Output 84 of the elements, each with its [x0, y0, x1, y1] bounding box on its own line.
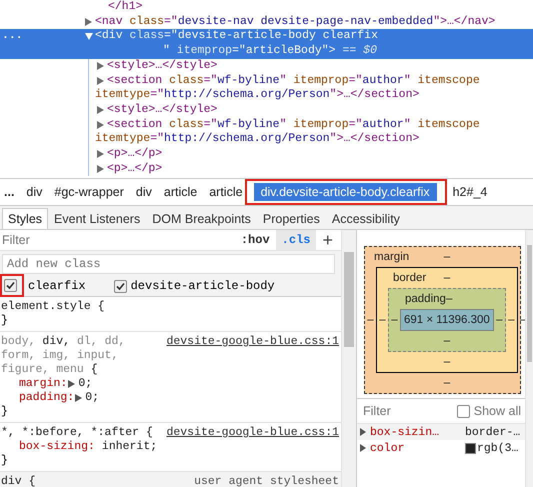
collapsed-arrow-icon[interactable]: [97, 150, 104, 158]
breadcrumb[interactable]: div: [130, 184, 158, 200]
html-code-line[interactable]: <p>…</p>: [107, 147, 162, 162]
html-code-line[interactable]: <section class="wf-byline" itemprop="author" itemscope: [107, 118, 480, 132]
css-selector: *, *:before, *:after {: [1, 426, 154, 440]
css-selector: element.style {: [1, 300, 106, 314]
stylesheet-label: user agent stylesheet: [194, 475, 340, 487]
class-toggle[interactable]: .cls: [276, 230, 316, 250]
closing-brace: }: [1, 314, 8, 328]
collapsed-arrow-icon[interactable]: [97, 120, 104, 129]
collapsed-arrow-icon[interactable]: [97, 106, 104, 114]
checkbox[interactable]: [456, 404, 470, 418]
box-value[interactable]: –: [444, 352, 450, 372]
show-all-label: Show all: [474, 404, 521, 418]
property-value[interactable]: 0;: [78, 377, 92, 391]
box-label: padding: [404, 293, 446, 305]
more-button[interactable]: ...: [0, 184, 20, 200]
expand-arrow-icon[interactable]: [75, 394, 82, 402]
property-name[interactable]: box-sizing:: [19, 440, 95, 454]
closing-brace: }: [1, 454, 8, 468]
property-value[interactable]: rgb(3…: [477, 442, 518, 454]
html-code-line[interactable]: <section class="wf-byline" itemprop="author" itemscope: [107, 74, 480, 88]
box-value[interactable]: –: [365, 314, 376, 326]
add-class-field[interactable]: Add new class: [2, 254, 335, 274]
breadcrumb[interactable]: article: [203, 184, 249, 200]
box-value[interactable]: –: [444, 272, 450, 284]
property-name[interactable]: color: [370, 442, 465, 454]
color-swatch[interactable]: [465, 442, 476, 454]
box-label: margin: [373, 251, 410, 263]
property-name[interactable]: box-sizin…: [370, 426, 465, 438]
box-value[interactable]: –: [444, 373, 450, 393]
expanded-arrow-icon[interactable]: [85, 33, 93, 40]
checkbox[interactable]: [4, 279, 17, 292]
tab[interactable]: Styles: [2, 208, 48, 229]
html-code-line[interactable]: <p>…</p>: [107, 162, 162, 176]
property-value[interactable]: border-…: [465, 426, 520, 438]
source-link[interactable]: devsite-google-blue.css:1: [166, 335, 341, 349]
html-code-line[interactable]: <style>…</style>: [107, 58, 218, 74]
property-value[interactable]: 0;: [85, 391, 100, 405]
box-value[interactable]: –: [444, 251, 450, 263]
breadcrumb[interactable]: #gc-wrapper: [48, 184, 130, 200]
html-code-line[interactable]: itemtype="http://schema.org/Person">…</section>: [95, 88, 420, 103]
html-code-line[interactable]: " itemprop="articleBody"> == $0: [163, 44, 377, 59]
box-value[interactable]: –: [446, 293, 452, 305]
more-icon[interactable]: ...: [2, 29, 23, 42]
css-selector: div {: [1, 475, 37, 487]
scrollbar[interactable]: [341, 230, 356, 487]
property-value[interactable]: inherit;: [102, 440, 158, 454]
html-code-line[interactable]: <style>…</style>: [107, 102, 218, 118]
box-value[interactable]: –: [377, 314, 388, 326]
filter-field[interactable]: Filter: [361, 404, 453, 418]
box-value[interactable]: –: [389, 314, 400, 326]
tab[interactable]: Event Listeners: [48, 208, 146, 229]
checkbox[interactable]: [114, 280, 127, 292]
breadcrumb[interactable]: div: [20, 184, 48, 200]
css-selector: body, div, dl, dd, form, img, input, figure, menu {: [1, 335, 126, 377]
html-code-line[interactable]: <div class="devsite-article-body clearfix: [95, 29, 378, 44]
filter-field[interactable]: Filter: [0, 233, 235, 247]
html-code-line[interactable]: itemtype="http://schema.org/Person">…</section>: [95, 132, 420, 148]
breadcrumb[interactable]: h2#_4: [446, 184, 494, 200]
box-value[interactable]: –: [444, 331, 450, 351]
html-code-line[interactable]: </h1>: [108, 0, 143, 15]
tab[interactable]: Properties: [256, 208, 326, 229]
class-name: devsite-article-body: [130, 279, 275, 293]
breadcrumb[interactable]: div.devsite-article-body.clearfix: [254, 183, 437, 201]
box-value[interactable]: –: [506, 314, 517, 326]
scrollbar[interactable]: [525, 230, 533, 487]
expand-arrow-icon[interactable]: [68, 380, 76, 388]
collapsed-arrow-icon[interactable]: [97, 76, 104, 85]
source-link[interactable]: devsite-google-blue.css:1: [166, 426, 341, 440]
html-code-line[interactable]: <nav class="devsite-nav devsite-page-nav-embedded">…</nav>: [95, 14, 496, 30]
tab[interactable]: DOM Breakpoints: [146, 208, 257, 229]
tab[interactable]: Accessibility: [326, 208, 406, 229]
content-box-size[interactable]: 691 × 11396.300: [400, 309, 494, 331]
property-name[interactable]: padding:: [19, 391, 74, 405]
closing-brace: }: [1, 405, 8, 419]
hover-state-toggle[interactable]: :hov: [234, 230, 276, 250]
box-value[interactable]: –: [494, 314, 505, 326]
add-rule-button[interactable]: +: [316, 230, 341, 250]
class-name: clearfix: [28, 279, 86, 293]
property-name[interactable]: margin:: [19, 377, 68, 391]
box-label: border: [392, 272, 426, 284]
collapsed-arrow-icon[interactable]: [97, 62, 104, 70]
breadcrumb[interactable]: article: [158, 184, 204, 200]
